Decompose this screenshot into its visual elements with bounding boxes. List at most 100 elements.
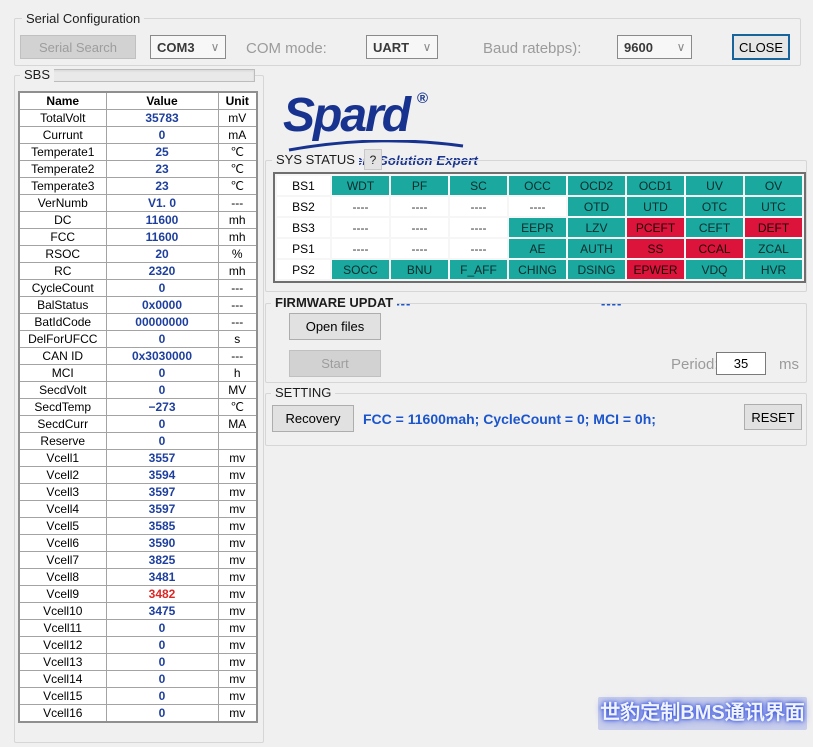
sbs-row-value: 25 xyxy=(106,144,218,161)
table-row: Temperate125℃ xyxy=(19,144,257,161)
sbs-row-name: VerNumb xyxy=(19,195,106,212)
table-row: DelForUFCC0s xyxy=(19,331,257,348)
serial-search-button[interactable]: Serial Search xyxy=(20,35,136,59)
table-row: Vcell150mv xyxy=(19,688,257,705)
sbs-row-name: Vcell14 xyxy=(19,671,106,688)
sbs-title: SBS xyxy=(20,67,54,82)
logo-brand-text: Spard® xyxy=(283,76,493,139)
status-flag-cell: ---- xyxy=(450,197,507,216)
status-flag-cell: OCC xyxy=(509,176,566,195)
status-flag-cell: LZV xyxy=(568,218,625,237)
registered-mark-icon: ® xyxy=(417,90,428,107)
table-row: Vcell160mv xyxy=(19,705,257,723)
baud-rate-value: 9600 xyxy=(618,40,671,55)
com-port-select[interactable]: COM3 ∨ xyxy=(150,35,226,59)
sbs-row-value: 23 xyxy=(106,161,218,178)
sbs-row-value: −273 xyxy=(106,399,218,416)
sbs-row-value: 00000000 xyxy=(106,314,218,331)
recovery-button[interactable]: Recovery xyxy=(272,405,354,432)
baud-rate-label: Baud ratebps): xyxy=(483,40,581,57)
sbs-row-unit: --- xyxy=(218,314,257,331)
status-flag-cell: ---- xyxy=(391,218,448,237)
sbs-row-name: FCC xyxy=(19,229,106,246)
status-flag-cell: EPWER xyxy=(627,260,684,279)
period-input[interactable] xyxy=(716,352,766,375)
sys-status-table: BS1WDTPFSCOCCOCD2OCD1UVOVBS2------------… xyxy=(273,172,806,283)
open-files-button[interactable]: Open files xyxy=(289,313,381,340)
table-row: Temperate323℃ xyxy=(19,178,257,195)
status-flag-cell: OCD2 xyxy=(568,176,625,195)
table-row: VerNumbV1. 0--- xyxy=(19,195,257,212)
chevron-down-icon: ∨ xyxy=(417,40,437,54)
baud-rate-select[interactable]: 9600 ∨ xyxy=(617,35,692,59)
sbs-row-name: Vcell2 xyxy=(19,467,106,484)
sbs-row-unit: mv xyxy=(218,501,257,518)
sbs-col-name: Name xyxy=(19,92,106,110)
sbs-row-name: Vcell10 xyxy=(19,603,106,620)
chevron-down-icon: ∨ xyxy=(671,40,691,54)
setting-title: SETTING xyxy=(271,385,335,400)
com-port-value: COM3 xyxy=(151,40,205,55)
sbs-row-unit xyxy=(218,433,257,450)
close-button[interactable]: CLOSE xyxy=(732,34,790,60)
sbs-row-name: Vcell15 xyxy=(19,688,106,705)
sbs-row-name: Vcell12 xyxy=(19,637,106,654)
sbs-row-value: 0x0000 xyxy=(106,297,218,314)
sys-row-label: BS2 xyxy=(277,197,330,216)
sbs-row-value: 0 xyxy=(106,433,218,450)
sbs-row-name: Vcell16 xyxy=(19,705,106,723)
sbs-row-unit: h xyxy=(218,365,257,382)
table-row: SecdTemp−273℃ xyxy=(19,399,257,416)
sys-row-label: PS1 xyxy=(277,239,330,258)
sbs-row-value: 0x3030000 xyxy=(106,348,218,365)
com-mode-value: UART xyxy=(367,40,417,55)
sbs-row-unit: mh xyxy=(218,229,257,246)
sbs-row-value: 11600 xyxy=(106,229,218,246)
sbs-row-unit: mv xyxy=(218,552,257,569)
status-flag-cell: DSING xyxy=(568,260,625,279)
status-flag-cell: SS xyxy=(627,239,684,258)
help-button[interactable]: ? xyxy=(364,149,382,170)
status-flag-cell: ---- xyxy=(391,239,448,258)
table-row: Temperate223℃ xyxy=(19,161,257,178)
sbs-row-value: 3482 xyxy=(106,586,218,603)
com-mode-select[interactable]: UART ∨ xyxy=(366,35,438,59)
sbs-row-unit: mv xyxy=(218,688,257,705)
table-row: FCC11600mh xyxy=(19,229,257,246)
status-flag-cell: ---- xyxy=(391,197,448,216)
table-row: MCI0h xyxy=(19,365,257,382)
sbs-row-value: 0 xyxy=(106,127,218,144)
sbs-row-value: 11600 xyxy=(106,212,218,229)
status-flag-cell: OTC xyxy=(686,197,743,216)
sbs-row-name: Vcell5 xyxy=(19,518,106,535)
sys-status-row: BS3------------EEPRLZVPCEFTCEFTDEFT xyxy=(277,218,802,237)
sbs-row-value: 35783 xyxy=(106,110,218,127)
status-flag-cell: ---- xyxy=(332,197,389,216)
start-button[interactable]: Start xyxy=(289,350,381,377)
sbs-row-name: RC xyxy=(19,263,106,280)
sbs-row-name: Temperate1 xyxy=(19,144,106,161)
reset-button[interactable]: RESET xyxy=(744,404,802,430)
table-row: CycleCount0--- xyxy=(19,280,257,297)
sbs-row-value: 0 xyxy=(106,620,218,637)
chevron-down-icon: ∨ xyxy=(205,40,225,54)
sbs-row-value: 3481 xyxy=(106,569,218,586)
sbs-row-name: Reserve xyxy=(19,433,106,450)
sbs-row-value: 0 xyxy=(106,416,218,433)
table-row: Vcell120mv xyxy=(19,637,257,654)
period-unit-label: ms xyxy=(779,356,799,373)
sbs-row-value: 0 xyxy=(106,280,218,297)
sys-row-label: PS2 xyxy=(277,260,330,279)
sbs-row-value: 2320 xyxy=(106,263,218,280)
sbs-row-value: 3594 xyxy=(106,467,218,484)
status-flag-cell: BNU xyxy=(391,260,448,279)
table-row: CAN ID0x3030000--- xyxy=(19,348,257,365)
sbs-row-name: MCI xyxy=(19,365,106,382)
sbs-row-unit: ℃ xyxy=(218,178,257,195)
sbs-row-value: 23 xyxy=(106,178,218,195)
sbs-row-name: Currunt xyxy=(19,127,106,144)
table-row: Vcell83481mv xyxy=(19,569,257,586)
status-flag-cell: PCEFT xyxy=(627,218,684,237)
sbs-row-unit: --- xyxy=(218,195,257,212)
sbs-row-unit: MA xyxy=(218,416,257,433)
